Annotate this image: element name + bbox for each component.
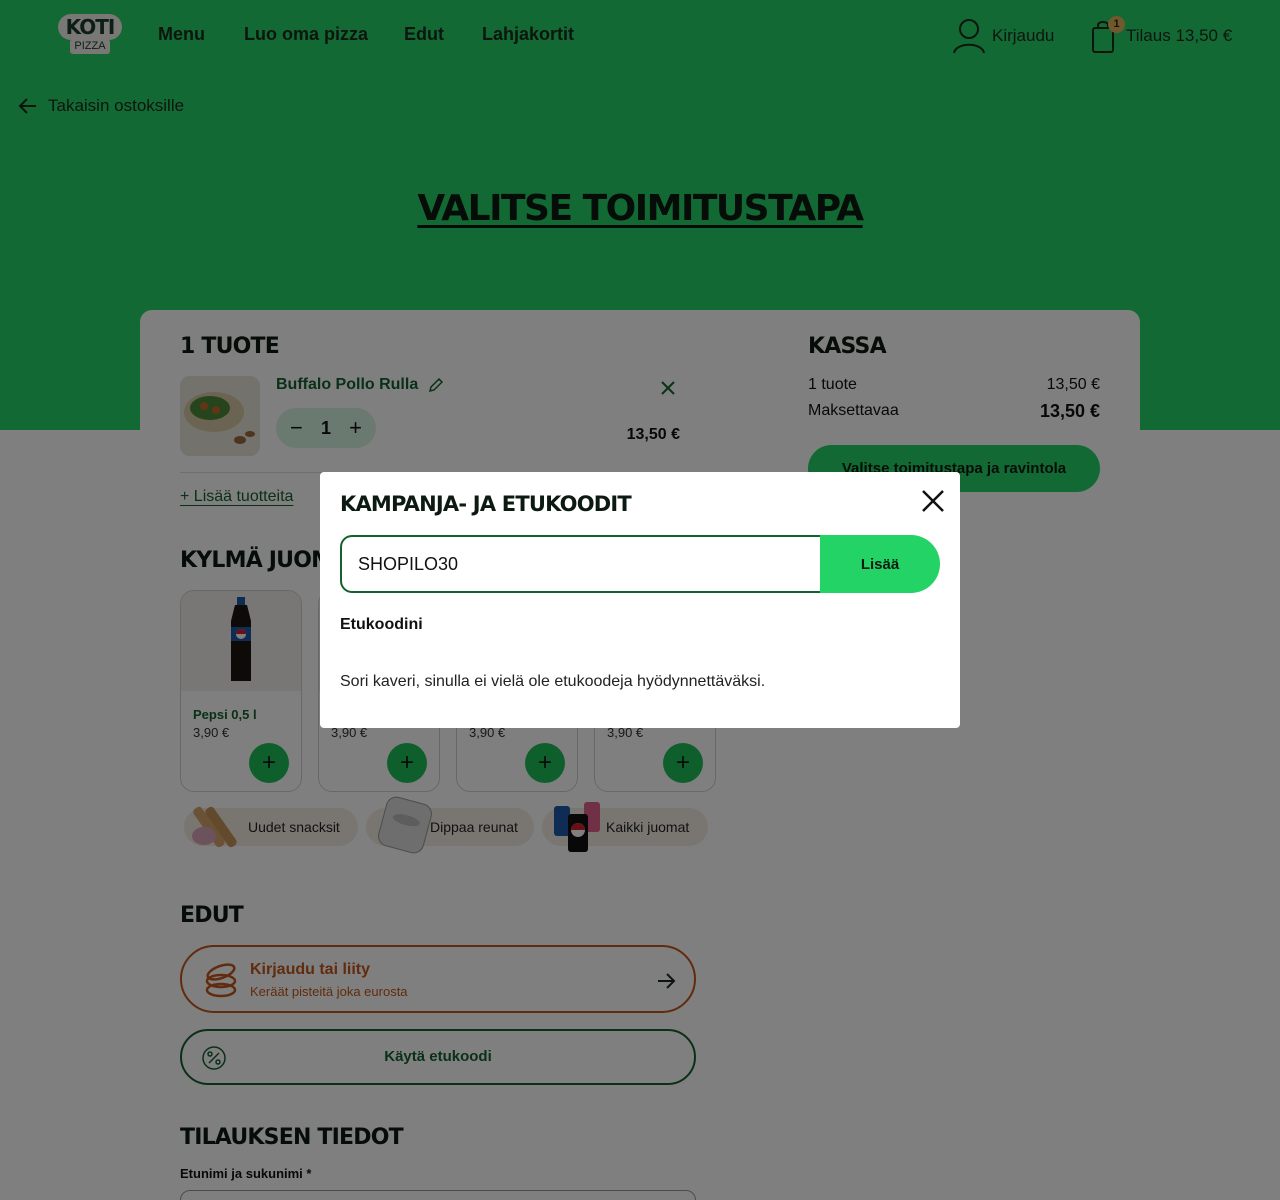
add-code-button[interactable]: Lisää: [820, 535, 940, 593]
no-codes-message: Sori kaveri, sinulla ei vielä ole etukoo…: [340, 673, 766, 690]
modal-close-button[interactable]: [918, 486, 948, 516]
close-icon: [922, 490, 944, 512]
promo-code-modal: KAMPANJA- JA ETUKOODIT Lisää Etukoodini …: [320, 472, 960, 728]
promo-code-input[interactable]: [340, 535, 824, 593]
my-codes-heading: Etukoodini: [340, 616, 423, 633]
modal-title: KAMPANJA- JA ETUKOODIT: [340, 492, 632, 516]
